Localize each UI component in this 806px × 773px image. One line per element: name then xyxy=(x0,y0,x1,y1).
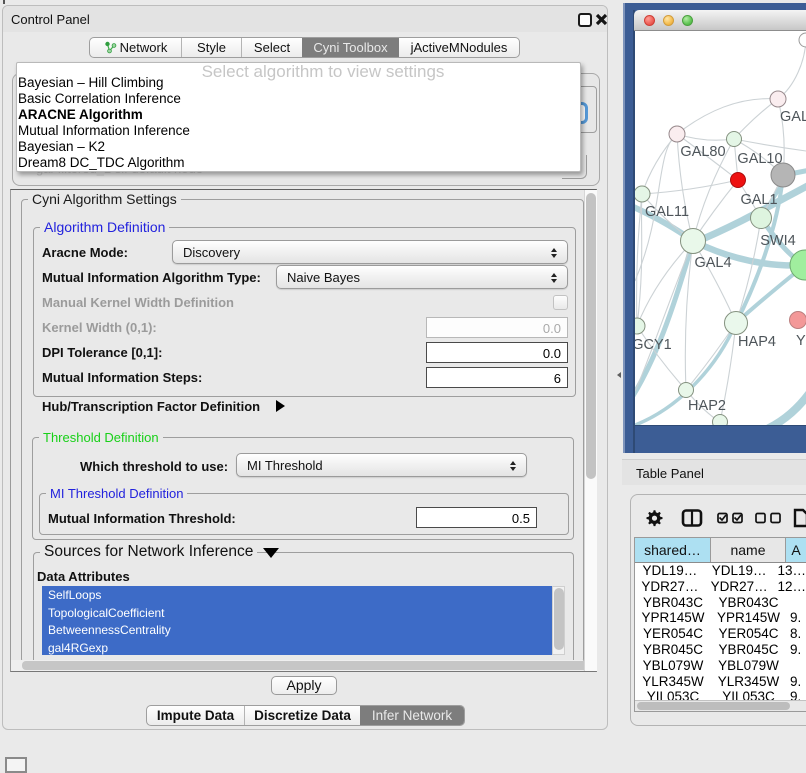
svg-text:GAL10: GAL10 xyxy=(737,151,782,167)
svg-text:GAL80: GAL80 xyxy=(680,144,725,160)
svg-text:YE: YE xyxy=(796,333,806,349)
svg-text:GCY1: GCY1 xyxy=(635,337,672,353)
svg-text:GAL4: GAL4 xyxy=(694,255,731,271)
svg-text:GAL11: GAL11 xyxy=(645,204,689,220)
svg-text:SWI4: SWI4 xyxy=(760,233,795,249)
svg-text:HAP4: HAP4 xyxy=(738,334,776,350)
svg-text:HAP2: HAP2 xyxy=(688,398,726,414)
svg-text:GAL7: GAL7 xyxy=(780,109,806,125)
svg-text:GAL1: GAL1 xyxy=(740,192,777,208)
